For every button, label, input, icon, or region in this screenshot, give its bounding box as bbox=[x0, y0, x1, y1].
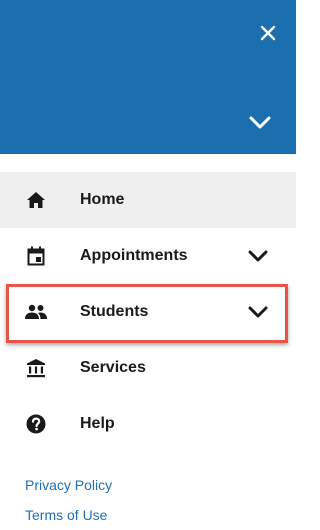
chevron-down-icon bbox=[249, 116, 271, 129]
privacy-policy-link[interactable]: Privacy Policy bbox=[25, 470, 112, 500]
calendar-icon bbox=[24, 244, 48, 268]
terms-of-use-link[interactable]: Terms of Use bbox=[25, 500, 112, 530]
nav-item-students[interactable]: Students bbox=[0, 284, 296, 340]
close-icon bbox=[260, 25, 276, 41]
bank-icon bbox=[24, 356, 48, 380]
chevron-down-icon[interactable] bbox=[246, 303, 270, 321]
nav-item-label: Appointments bbox=[80, 247, 188, 264]
nav-item-help[interactable]: Help bbox=[0, 396, 296, 452]
chevron-down-icon[interactable] bbox=[246, 247, 270, 265]
home-icon bbox=[24, 188, 48, 212]
nav-item-home[interactable]: Home bbox=[0, 172, 296, 228]
drawer-header bbox=[0, 0, 296, 154]
people-icon bbox=[24, 300, 48, 324]
footer-links: Privacy Policy Terms of Use bbox=[25, 470, 112, 530]
nav-item-label: Services bbox=[80, 359, 146, 376]
close-button[interactable] bbox=[257, 22, 279, 44]
nav-item-label: Home bbox=[80, 191, 125, 208]
nav-item-services[interactable]: Services bbox=[0, 340, 296, 396]
nav-item-appointments[interactable]: Appointments bbox=[0, 228, 296, 284]
nav-item-label: Students bbox=[80, 303, 149, 320]
account-expand-button[interactable] bbox=[246, 113, 274, 133]
nav-item-label: Help bbox=[80, 415, 115, 432]
side-nav: Home Appointments Students Services Help bbox=[0, 172, 296, 452]
help-icon bbox=[24, 412, 48, 436]
